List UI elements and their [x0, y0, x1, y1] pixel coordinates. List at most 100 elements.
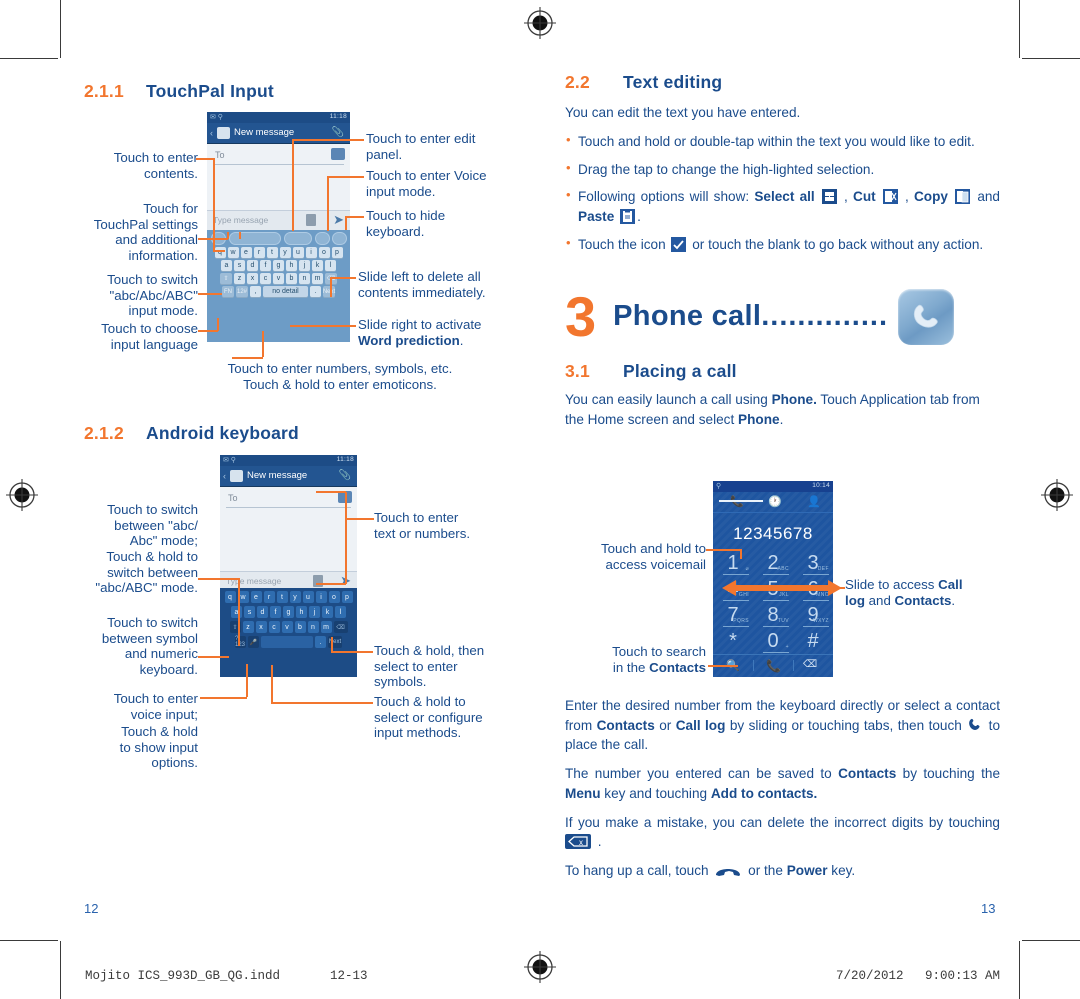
- backspace-key[interactable]: ⌫: [333, 621, 348, 633]
- key-a[interactable]: a: [231, 606, 242, 618]
- status-left-icons: ⚲: [716, 483, 722, 490]
- key-t[interactable]: t: [266, 247, 278, 258]
- shift-key[interactable]: ⇧: [220, 273, 232, 284]
- key-q[interactable]: q: [224, 591, 236, 603]
- key-d[interactable]: d: [257, 606, 268, 618]
- key-j[interactable]: j: [309, 606, 320, 618]
- period-key[interactable]: .: [310, 286, 321, 297]
- key-i[interactable]: i: [305, 247, 317, 258]
- key-x[interactable]: x: [255, 621, 267, 633]
- key-g[interactable]: g: [273, 260, 284, 271]
- key-l[interactable]: l: [325, 260, 336, 271]
- emphasis-text: Select all: [754, 189, 815, 205]
- key-k[interactable]: k: [312, 260, 323, 271]
- key-p[interactable]: p: [331, 247, 343, 258]
- send-icon[interactable]: ➤: [333, 213, 344, 226]
- key-u[interactable]: u: [292, 247, 304, 258]
- key-o[interactable]: o: [318, 247, 330, 258]
- key-f[interactable]: f: [270, 606, 281, 618]
- dialpad-key-3[interactable]: 3 DEF: [797, 553, 829, 575]
- call-icon[interactable]: 📞: [766, 659, 781, 673]
- space-key[interactable]: [261, 636, 313, 648]
- key-s[interactable]: s: [244, 606, 255, 618]
- leader-symbols-v: [331, 637, 333, 651]
- attach-template-icon[interactable]: [313, 575, 323, 587]
- key-h[interactable]: h: [286, 260, 297, 271]
- touchpal-settings-icon[interactable]: [229, 232, 281, 245]
- dialpad-key-0[interactable]: 0 +: [757, 631, 789, 653]
- space-key[interactable]: no detail: [263, 286, 308, 297]
- fn-key[interactable]: FN: [222, 286, 234, 297]
- key-c[interactable]: c: [268, 621, 280, 633]
- touchpal-voice-icon[interactable]: [315, 232, 330, 245]
- key-r[interactable]: r: [263, 591, 275, 603]
- back-chevron-icon[interactable]: ‹: [210, 128, 213, 138]
- key-p[interactable]: p: [341, 591, 353, 603]
- key-i[interactable]: i: [315, 591, 327, 603]
- dialpad-row: 7 PQRS 8 TUV 9 WXYZ: [713, 605, 833, 627]
- key-e[interactable]: e: [240, 247, 252, 258]
- key-j[interactable]: j: [299, 260, 310, 271]
- key-w[interactable]: w: [227, 247, 239, 258]
- dialpad-underline: [803, 600, 829, 601]
- dialpad-key-8[interactable]: 8 TUV: [757, 605, 789, 627]
- touchpal-hide-keyboard-icon[interactable]: [332, 232, 347, 245]
- back-chevron-icon[interactable]: ‹: [223, 471, 226, 481]
- voice-input-key[interactable]: 🎤: [248, 636, 259, 648]
- dialpad-key-1[interactable]: 1 ⌀: [717, 553, 749, 575]
- add-contact-icon[interactable]: [331, 148, 345, 160]
- type-message-placeholder[interactable]: Type message: [213, 215, 268, 225]
- next-key[interactable]: Next: [323, 286, 335, 297]
- key-v[interactable]: v: [273, 273, 284, 284]
- key-e[interactable]: e: [250, 591, 262, 603]
- key-l[interactable]: l: [335, 606, 346, 618]
- key-y[interactable]: y: [279, 247, 291, 258]
- tab-contacts[interactable]: 👤: [807, 495, 821, 508]
- numbers-symbols-key[interactable]: 12#: [236, 286, 248, 297]
- key-s[interactable]: s: [234, 260, 245, 271]
- key-r[interactable]: r: [253, 247, 265, 258]
- key-m[interactable]: m: [320, 621, 332, 633]
- touchpal-edit-panel-icon[interactable]: [284, 232, 312, 245]
- key-f[interactable]: f: [260, 260, 271, 271]
- dialpad-key-*[interactable]: *: [717, 631, 749, 652]
- key-u[interactable]: u: [302, 591, 314, 603]
- key-o[interactable]: o: [328, 591, 340, 603]
- attach-icon[interactable]: 📎: [332, 127, 344, 138]
- period-key[interactable]: .: [315, 636, 326, 648]
- to-field[interactable]: To: [213, 150, 344, 165]
- backspace-icon[interactable]: ⌫: [803, 659, 817, 670]
- key-a[interactable]: a: [221, 260, 232, 271]
- body-text: or: [654, 717, 676, 733]
- dialpad-key-7[interactable]: 7 PQRS: [717, 605, 749, 627]
- key-q[interactable]: q: [214, 247, 226, 258]
- tab-call-log[interactable]: 🕐: [768, 495, 782, 508]
- callout-access-voicemail: Touch and hold to access voicemail: [601, 541, 706, 572]
- symbols-key[interactable]: ?123: [235, 636, 246, 648]
- comma-key[interactable]: ,: [250, 286, 261, 297]
- key-h[interactable]: h: [296, 606, 307, 618]
- key-k[interactable]: k: [322, 606, 333, 618]
- key-t[interactable]: t: [276, 591, 288, 603]
- dialpad-key-9[interactable]: 9 WXYZ: [797, 605, 829, 627]
- to-field[interactable]: To: [226, 493, 351, 508]
- key-c[interactable]: c: [260, 273, 271, 284]
- attach-template-icon[interactable]: [306, 214, 316, 226]
- key-d[interactable]: d: [247, 260, 258, 271]
- key-n[interactable]: n: [307, 621, 319, 633]
- key-n[interactable]: n: [299, 273, 310, 284]
- key-b[interactable]: b: [294, 621, 306, 633]
- key-z[interactable]: z: [234, 273, 245, 284]
- key-v[interactable]: v: [281, 621, 293, 633]
- key-b[interactable]: b: [286, 273, 297, 284]
- dialpad-key-2[interactable]: 2 ABC: [757, 553, 789, 575]
- key-x[interactable]: x: [247, 273, 258, 284]
- dialpad-key-#[interactable]: #: [797, 631, 829, 652]
- key-y[interactable]: y: [289, 591, 301, 603]
- key-g[interactable]: g: [283, 606, 294, 618]
- attach-icon[interactable]: 📎: [339, 470, 351, 481]
- leader-voice-v: [327, 176, 329, 231]
- manual-page-spread: 2.1.1 TouchPal Input ✉ ⚲ 11:18 ‹ New mes…: [0, 0, 1080, 999]
- key-z[interactable]: z: [242, 621, 254, 633]
- key-m[interactable]: m: [312, 273, 323, 284]
